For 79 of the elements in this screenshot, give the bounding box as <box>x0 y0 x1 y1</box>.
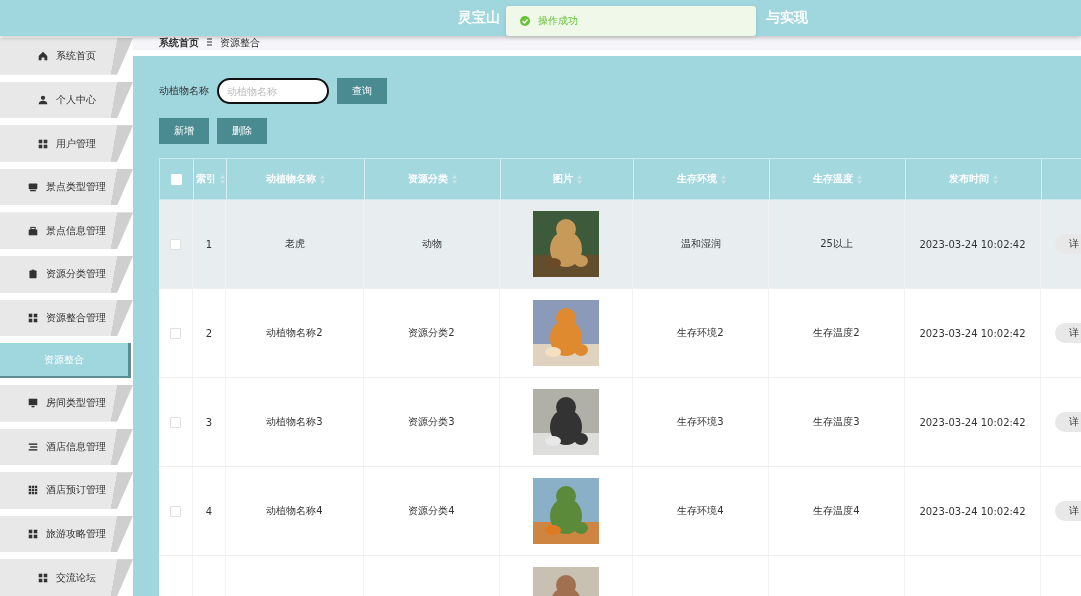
home-icon <box>37 51 48 62</box>
add-button[interactable]: 新增 <box>159 118 209 144</box>
sidebar-item[interactable]: 用户管理 <box>0 125 133 162</box>
detail-button[interactable]: 详 <box>1055 501 1081 521</box>
search-label: 动植物名称 <box>159 84 209 98</box>
table-row[interactable]: 2 动植物名称2 资源分类2 生存环境2 生存温度2 2023-03-24 10:02:42 详 <box>159 289 1081 378</box>
detail-button[interactable]: 详 <box>1055 412 1081 432</box>
sidebar-item[interactable]: 旅游攻略管理 <box>0 515 133 553</box>
table-cell: 2023-03-24 10:02:42 <box>919 238 1026 250</box>
delete-button[interactable]: 删除 <box>217 118 267 144</box>
sidebar-item[interactable]: 个人中心 <box>0 81 133 119</box>
table-cell: 3 <box>205 416 213 428</box>
table-cell: 2023-03-24 10:02:42 <box>919 505 1026 517</box>
table-cell: 动物 <box>421 237 442 251</box>
table-cell: 生存温度3 <box>813 415 860 429</box>
check-circle-icon <box>520 16 530 26</box>
table-cell: 生存温度2 <box>813 326 860 340</box>
sort-icon[interactable] <box>857 174 862 184</box>
sidebar-item[interactable]: 酒店信息管理 <box>0 428 133 466</box>
separator-icon <box>207 38 212 46</box>
sidebar-item[interactable]: 交流论坛 <box>0 559 133 596</box>
table-cell: 4 <box>205 505 213 517</box>
person-icon <box>37 94 48 105</box>
breadcrumb-link[interactable]: 资源整合 <box>220 36 260 50</box>
table-cell: 2023-03-24 10:02:42 <box>919 416 1026 428</box>
system-title: 灵宝山 <box>458 9 500 27</box>
row-checkbox[interactable] <box>170 505 181 517</box>
sidebar-item[interactable]: 资源整合管理 <box>0 299 133 337</box>
list-icon <box>27 441 38 452</box>
toast-message: 操作成功 <box>538 14 578 28</box>
grid-icon <box>37 138 48 149</box>
monitor-icon <box>27 182 38 193</box>
sidebar-item[interactable]: 资源分类管理 <box>0 256 133 293</box>
table-cell: 资源分类4 <box>408 504 455 518</box>
table-cell: 温和湿润 <box>680 237 721 251</box>
table-cell: 生存温度4 <box>813 504 860 518</box>
sort-icon[interactable] <box>452 174 457 184</box>
breadcrumb-link[interactable]: 系统首页 <box>159 36 199 50</box>
row-checkbox[interactable] <box>170 416 181 428</box>
system-title: 与实现 <box>766 9 808 27</box>
sort-icon[interactable] <box>576 174 582 184</box>
table-cell: 动植物名称4 <box>266 504 323 518</box>
grid-icon <box>27 312 38 323</box>
sort-icon[interactable] <box>320 174 325 184</box>
select-all-checkbox[interactable] <box>171 173 182 185</box>
sidebar-item[interactable]: 房间类型管理 <box>0 384 133 422</box>
table-cell: 动植物名称3 <box>266 415 323 429</box>
row-checkbox[interactable] <box>170 327 181 339</box>
search-field[interactable]: 动植物名称 <box>217 78 329 104</box>
sidebar-item[interactable]: 系统首页 <box>0 38 133 75</box>
sidebar-item[interactable]: 景点类型管理 <box>0 168 133 206</box>
table-cell: 老虎 <box>284 237 305 251</box>
table-cell: 资源分类3 <box>408 415 455 429</box>
table-cell: 25以上 <box>820 237 853 251</box>
table-cell: 生存环境2 <box>677 326 724 340</box>
sort-icon[interactable] <box>721 174 726 184</box>
sidebar-item[interactable]: 景点信息管理 <box>0 212 133 250</box>
sidebar-item[interactable]: 酒店预订管理 <box>0 472 133 509</box>
table-row[interactable]: 1 老虎 动物 温和湿润 25以上 2023-03-24 10:02:42 详 <box>159 200 1081 289</box>
table-cell: 1 <box>205 238 213 250</box>
table-cell: 2 <box>205 327 213 339</box>
row-checkbox[interactable] <box>170 238 181 250</box>
table-row[interactable]: 3 动植物名称3 资源分类3 生存环境3 生存温度3 2023-03-24 10:02:42 详 <box>159 378 1081 467</box>
table-cell: 生存环境3 <box>677 415 724 429</box>
grid-icon <box>37 572 48 583</box>
detail-button[interactable]: 详 <box>1055 234 1081 254</box>
table-cell: 动植物名称2 <box>266 326 323 340</box>
table-cell: 资源分类2 <box>408 326 455 340</box>
detail-button[interactable]: 详 <box>1055 323 1081 343</box>
sort-icon[interactable] <box>219 174 225 184</box>
grid-icon <box>27 485 38 496</box>
query-button[interactable]: 查询 <box>337 78 387 104</box>
briefcase-icon <box>27 225 38 236</box>
grid-icon <box>27 529 38 540</box>
table-cell: 生存环境4 <box>677 504 724 518</box>
table-cell: 2023-03-24 10:02:42 <box>919 327 1026 339</box>
table-row[interactable]: 4 动植物名称4 资源分类4 生存环境4 生存温度4 2023-03-24 10:02:42 详 <box>159 467 1081 556</box>
monitor-icon <box>27 398 38 409</box>
sort-icon[interactable] <box>993 174 998 184</box>
